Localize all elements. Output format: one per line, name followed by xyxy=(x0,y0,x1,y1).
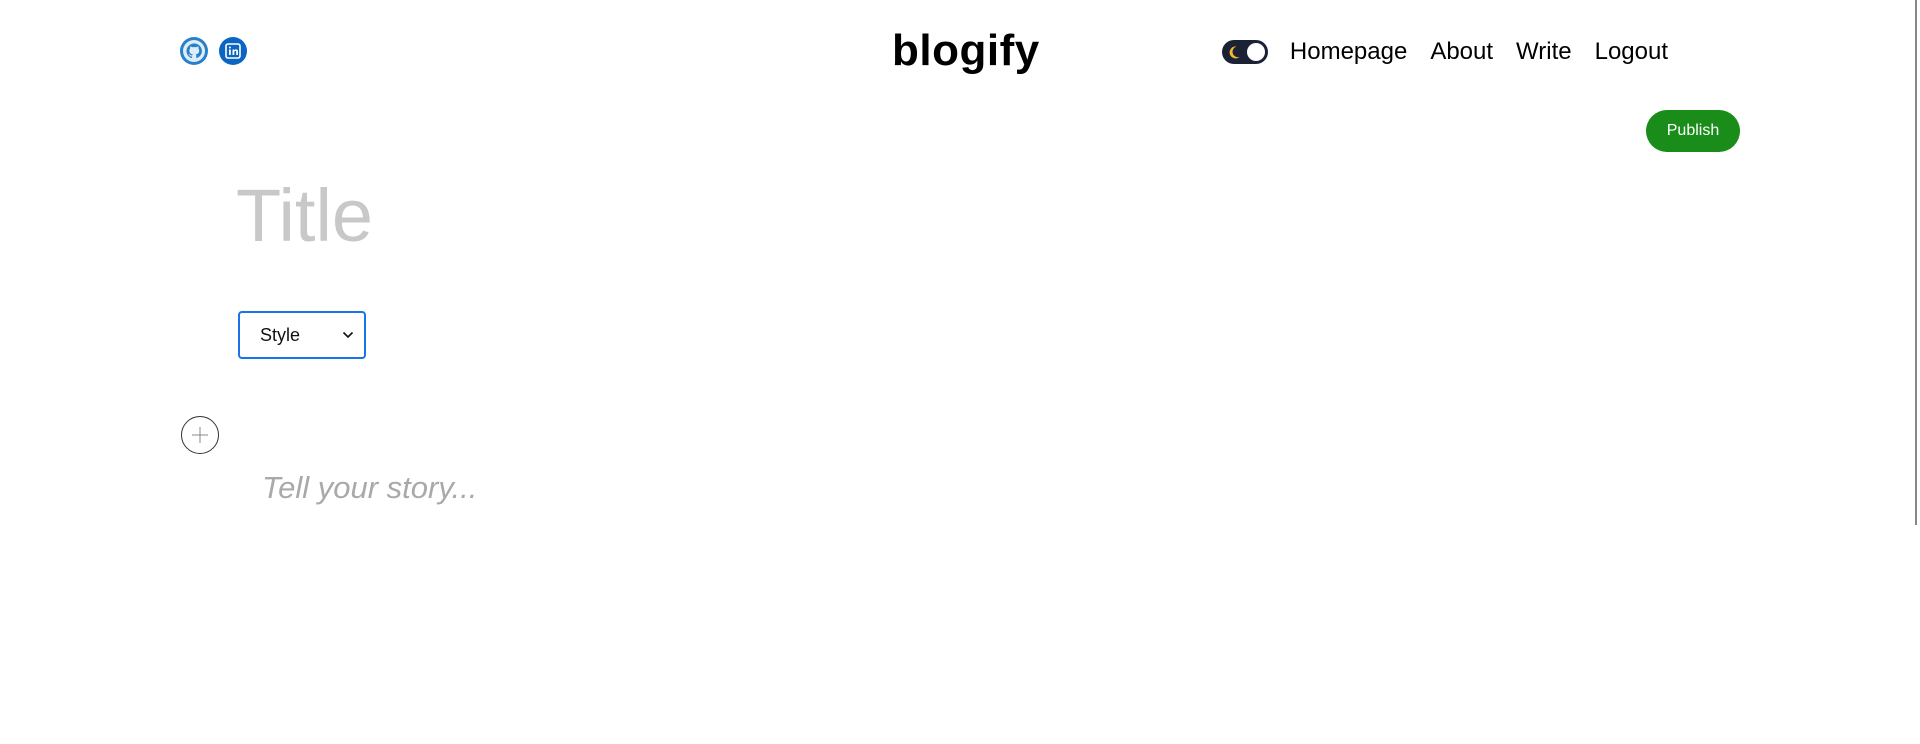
title-input[interactable] xyxy=(236,170,1436,260)
linkedin-icon[interactable] xyxy=(219,37,247,65)
main-nav: Homepage About Write Logout xyxy=(1221,38,1668,66)
site-logo[interactable]: blogify xyxy=(892,26,1040,76)
nav-homepage[interactable]: Homepage xyxy=(1290,38,1407,66)
moon-icon xyxy=(1229,46,1240,59)
style-select-value: Style xyxy=(260,324,301,345)
social-links xyxy=(180,37,247,65)
chevron-down-icon xyxy=(342,331,354,339)
nav-write[interactable]: Write xyxy=(1516,38,1572,66)
publish-button[interactable]: Publish xyxy=(1646,110,1740,152)
plus-icon xyxy=(192,427,208,443)
scrollbar[interactable] xyxy=(1915,0,1917,525)
write-page: blogify Homepage About Write Logout Publ… xyxy=(0,0,1920,744)
story-input[interactable] xyxy=(262,466,1462,510)
toggle-knob xyxy=(1246,43,1265,61)
nav-logout[interactable]: Logout xyxy=(1595,38,1668,66)
github-icon[interactable] xyxy=(180,37,208,65)
style-select[interactable]: Style xyxy=(238,311,366,359)
add-block-button[interactable] xyxy=(181,416,219,454)
nav-about[interactable]: About xyxy=(1430,38,1493,66)
theme-toggle[interactable] xyxy=(1221,40,1268,64)
